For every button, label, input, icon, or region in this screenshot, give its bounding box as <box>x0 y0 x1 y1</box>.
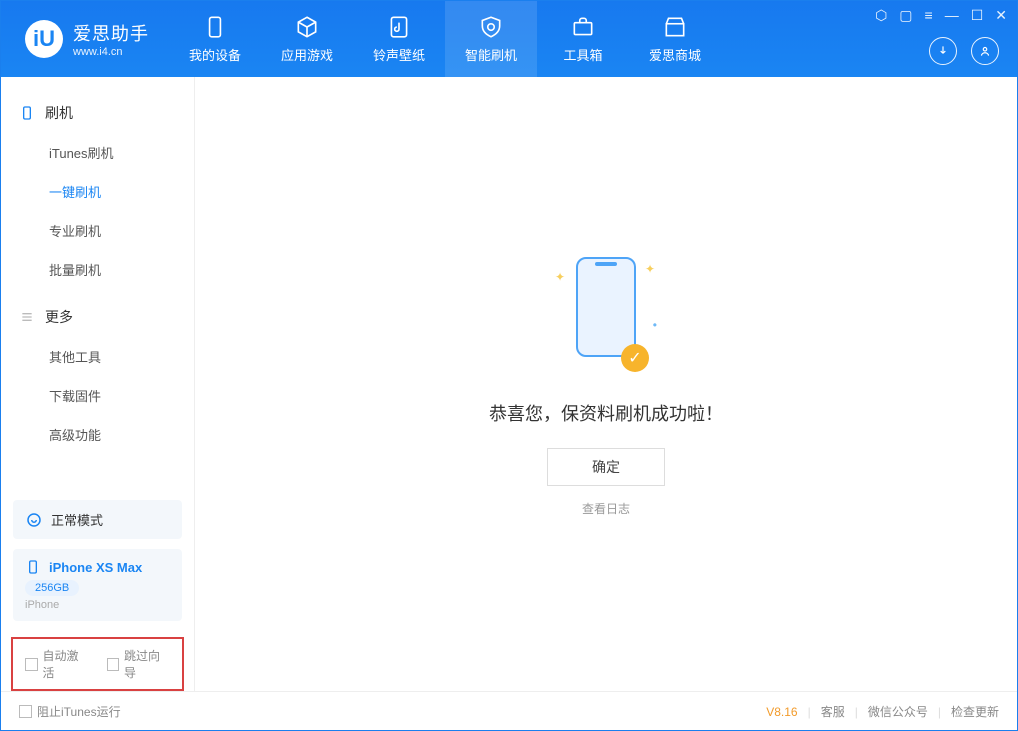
grid-icon[interactable]: ▢ <box>899 7 912 24</box>
checkbox-block-itunes[interactable]: 阻止iTunes运行 <box>19 703 121 720</box>
tab-smart-flash[interactable]: 智能刷机 <box>445 1 537 77</box>
minimize-button[interactable]: — <box>945 7 959 24</box>
close-button[interactable]: ✕ <box>995 7 1007 24</box>
ok-button[interactable]: 确定 <box>547 448 665 486</box>
store-icon <box>662 14 688 40</box>
window-controls: ⬡ ▢ ≡ — ☐ ✕ <box>875 7 1007 24</box>
briefcase-icon <box>570 14 596 40</box>
main-content: ✦ ✦ • ✓ 恭喜您，保资料刷机成功啦！ 确定 查看日志 <box>195 77 1017 691</box>
success-illustration: ✦ ✦ • ✓ <box>561 252 651 372</box>
wechat-link[interactable]: 微信公众号 <box>868 703 928 720</box>
app-url: www.i4.cn <box>73 46 149 58</box>
download-button[interactable] <box>929 37 957 65</box>
checkmark-badge-icon: ✓ <box>621 344 649 372</box>
device-storage: 256GB <box>25 580 79 596</box>
support-link[interactable]: 客服 <box>821 703 845 720</box>
sidebar: 刷机 iTunes刷机 一键刷机 专业刷机 批量刷机 更多 其他工具 下载固件 … <box>1 77 195 691</box>
options-highlight-box: 自动激活 跳过向导 <box>11 637 184 691</box>
sidebar-item-batch-flash[interactable]: 批量刷机 <box>1 250 194 289</box>
sidebar-item-other-tools[interactable]: 其他工具 <box>1 337 194 376</box>
top-tabs: 我的设备 应用游戏 铃声壁纸 智能刷机 工具箱 爱思商城 <box>169 1 721 77</box>
phone-icon <box>202 14 228 40</box>
success-message: 恭喜您，保资料刷机成功啦！ <box>489 400 723 426</box>
status-bar: 阻止iTunes运行 V8.16 | 客服 | 微信公众号 | 检查更新 <box>1 691 1017 731</box>
device-name: iPhone XS Max <box>49 560 142 575</box>
tab-ringtone-wallpaper[interactable]: 铃声壁纸 <box>353 1 445 77</box>
version-label: V8.16 <box>766 705 797 719</box>
device-type: iPhone <box>25 599 170 611</box>
logo-icon: iU <box>25 20 63 58</box>
music-file-icon <box>386 14 412 40</box>
logo: iU 爱思助手 www.i4.cn <box>1 20 169 58</box>
sidebar-item-itunes-flash[interactable]: iTunes刷机 <box>1 133 194 172</box>
download-icon <box>936 44 950 58</box>
checkbox-icon <box>25 658 38 671</box>
sidebar-section-flash: 刷机 <box>1 93 194 133</box>
menu-lines-icon <box>19 309 35 325</box>
sync-icon <box>25 511 43 529</box>
device-card[interactable]: iPhone XS Max 256GB iPhone <box>13 549 182 621</box>
tab-toolbox[interactable]: 工具箱 <box>537 1 629 77</box>
sidebar-item-download-firmware[interactable]: 下载固件 <box>1 376 194 415</box>
app-name: 爱思助手 <box>73 20 149 46</box>
check-update-link[interactable]: 检查更新 <box>951 703 999 720</box>
view-log-link[interactable]: 查看日志 <box>582 500 630 517</box>
sidebar-item-pro-flash[interactable]: 专业刷机 <box>1 211 194 250</box>
refresh-shield-icon <box>478 14 504 40</box>
sidebar-item-advanced[interactable]: 高级功能 <box>1 415 194 454</box>
tab-apps-games[interactable]: 应用游戏 <box>261 1 353 77</box>
tab-my-device[interactable]: 我的设备 <box>169 1 261 77</box>
tab-store[interactable]: 爱思商城 <box>629 1 721 77</box>
cube-icon <box>294 14 320 40</box>
checkbox-icon <box>19 705 32 718</box>
device-icon <box>19 105 35 121</box>
sidebar-section-more: 更多 <box>1 297 194 337</box>
header-right-buttons <box>929 37 999 65</box>
menu-icon[interactable]: ≡ <box>925 7 933 24</box>
sidebar-item-oneclick-flash[interactable]: 一键刷机 <box>1 172 194 211</box>
checkbox-skip-guide[interactable]: 跳过向导 <box>107 647 171 681</box>
shirt-icon[interactable]: ⬡ <box>875 7 887 24</box>
phone-small-icon <box>25 559 41 575</box>
mode-indicator[interactable]: 正常模式 <box>13 500 182 539</box>
app-header: iU 爱思助手 www.i4.cn 我的设备 应用游戏 铃声壁纸 智能刷机 工具… <box>1 1 1017 77</box>
maximize-button[interactable]: ☐ <box>971 7 984 24</box>
user-button[interactable] <box>971 37 999 65</box>
checkbox-auto-activate[interactable]: 自动激活 <box>25 647 89 681</box>
checkbox-icon <box>107 658 120 671</box>
user-icon <box>978 44 992 58</box>
